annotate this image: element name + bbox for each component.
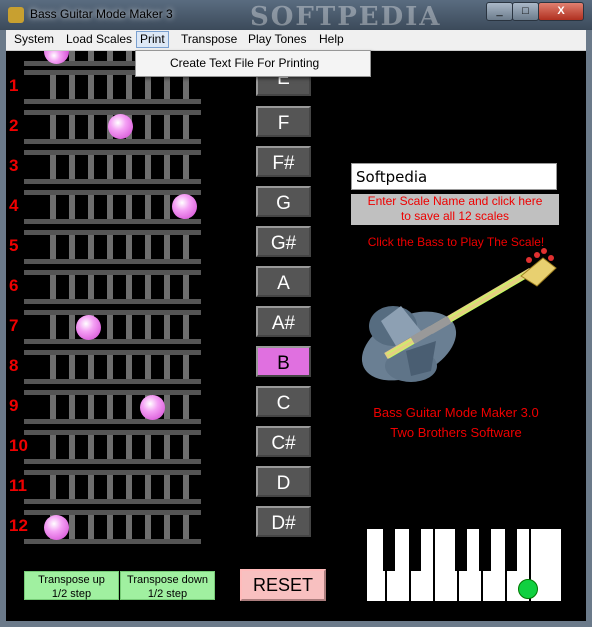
note-button-b[interactable]: B — [256, 346, 311, 377]
note-button-d[interactable]: D — [256, 466, 311, 497]
save-scales-line1: Enter Scale Name and click here — [367, 194, 543, 208]
piano-black-key-3[interactable] — [455, 529, 467, 571]
maximize-button[interactable]: □ — [512, 2, 539, 21]
menu-transpose[interactable]: Transpose — [178, 32, 240, 47]
note-button-c-sharp[interactable]: C# — [256, 426, 311, 457]
fret-number-1: 1 — [9, 76, 19, 95]
transpose-down-step: 1/2 step — [147, 588, 188, 600]
transpose-down-button[interactable]: Transpose down 1/2 step — [120, 571, 215, 600]
fret-row-10[interactable] — [24, 430, 201, 464]
note-button-g[interactable]: G — [256, 186, 311, 217]
fret-number-7: 7 — [9, 316, 19, 335]
transpose-up-button[interactable]: Transpose up 1/2 step — [24, 571, 119, 600]
about-line-2: Two Brothers Software — [390, 425, 522, 440]
note-button-c[interactable]: C — [256, 386, 311, 417]
fret-7-note-dot[interactable] — [76, 315, 101, 340]
bass-guitar-image[interactable] — [351, 246, 561, 396]
fret-number-9: 9 — [9, 396, 19, 415]
fret-number-11: 11 — [9, 476, 27, 495]
title-bar: Bass Guitar Mode Maker 3 SOFTPEDIA _ □ X — [0, 0, 592, 32]
transpose-down-label: Transpose down — [127, 574, 208, 586]
transpose-up-step: 1/2 step — [51, 588, 92, 600]
fret-row-3[interactable] — [24, 150, 201, 184]
fret-number-6: 6 — [9, 276, 19, 295]
save-scales-line2: to save all 12 scales — [400, 209, 510, 223]
fret-2-note-dot[interactable] — [108, 114, 133, 139]
menu-help[interactable]: Help — [316, 32, 347, 47]
minimize-button[interactable]: _ — [486, 2, 513, 21]
fret-number-3: 3 — [9, 156, 19, 175]
print-menu-dropdown: Create Text File For Printing — [135, 50, 371, 77]
fret-number-2: 2 — [9, 116, 19, 135]
menu-item-create-text-file[interactable]: Create Text File For Printing — [170, 56, 319, 70]
piano-black-key-4[interactable] — [479, 529, 491, 571]
fret-row-6[interactable] — [24, 270, 201, 304]
piano-keyboard — [367, 529, 561, 601]
main-client-area: 1 2 3 4 5 6 7 8 9 10 11 12 E F F# G G# A… — [6, 51, 586, 621]
piano-black-key-2[interactable] — [409, 529, 421, 571]
fret-row-7[interactable] — [24, 310, 201, 344]
reset-button[interactable]: RESET — [240, 569, 326, 601]
fret-number-4: 4 — [9, 196, 19, 215]
fret-row-8[interactable] — [24, 350, 201, 384]
note-button-g-sharp[interactable]: G# — [256, 226, 311, 257]
fret-row-9[interactable] — [24, 390, 201, 424]
about-line-1: Bass Guitar Mode Maker 3.0 — [373, 405, 539, 420]
close-button[interactable]: X — [538, 2, 584, 21]
scale-name-input[interactable] — [351, 163, 557, 190]
fret-12-note-dot[interactable] — [44, 515, 69, 540]
fret-number-8: 8 — [9, 356, 19, 375]
piano-key-marker — [518, 579, 538, 599]
save-scales-button[interactable]: Enter Scale Name and click here to save … — [351, 194, 559, 225]
menu-system[interactable]: System — [11, 32, 57, 47]
note-button-a[interactable]: A — [256, 266, 311, 297]
note-button-f-sharp[interactable]: F# — [256, 146, 311, 177]
transpose-up-label: Transpose up — [38, 574, 105, 586]
window-title: Bass Guitar Mode Maker 3 — [30, 7, 173, 21]
note-button-a-sharp[interactable]: A# — [256, 306, 311, 337]
fret-number-5: 5 — [9, 236, 19, 255]
piano-black-key-5[interactable] — [505, 529, 517, 571]
fret-number-10: 10 — [9, 436, 28, 455]
piano-black-key-1[interactable] — [383, 529, 395, 571]
note-button-f[interactable]: F — [256, 106, 311, 137]
menu-bar: System Load Scales Print Transpose Play … — [6, 30, 586, 51]
fret-row-11[interactable] — [24, 470, 201, 504]
fret-row-5[interactable] — [24, 230, 201, 264]
fret-4-note-dot[interactable] — [172, 194, 197, 219]
menu-load-scales[interactable]: Load Scales — [63, 32, 135, 47]
app-icon — [8, 7, 24, 23]
menu-print[interactable]: Print — [136, 31, 169, 48]
fret-9-note-dot[interactable] — [140, 395, 165, 420]
menu-play-tones[interactable]: Play Tones — [245, 32, 309, 47]
fret-number-12: 12 — [9, 516, 28, 535]
watermark-logo: SOFTPEDIA — [250, 2, 442, 32]
note-button-d-sharp[interactable]: D# — [256, 506, 311, 537]
piano-white-key-8[interactable] — [535, 529, 561, 601]
